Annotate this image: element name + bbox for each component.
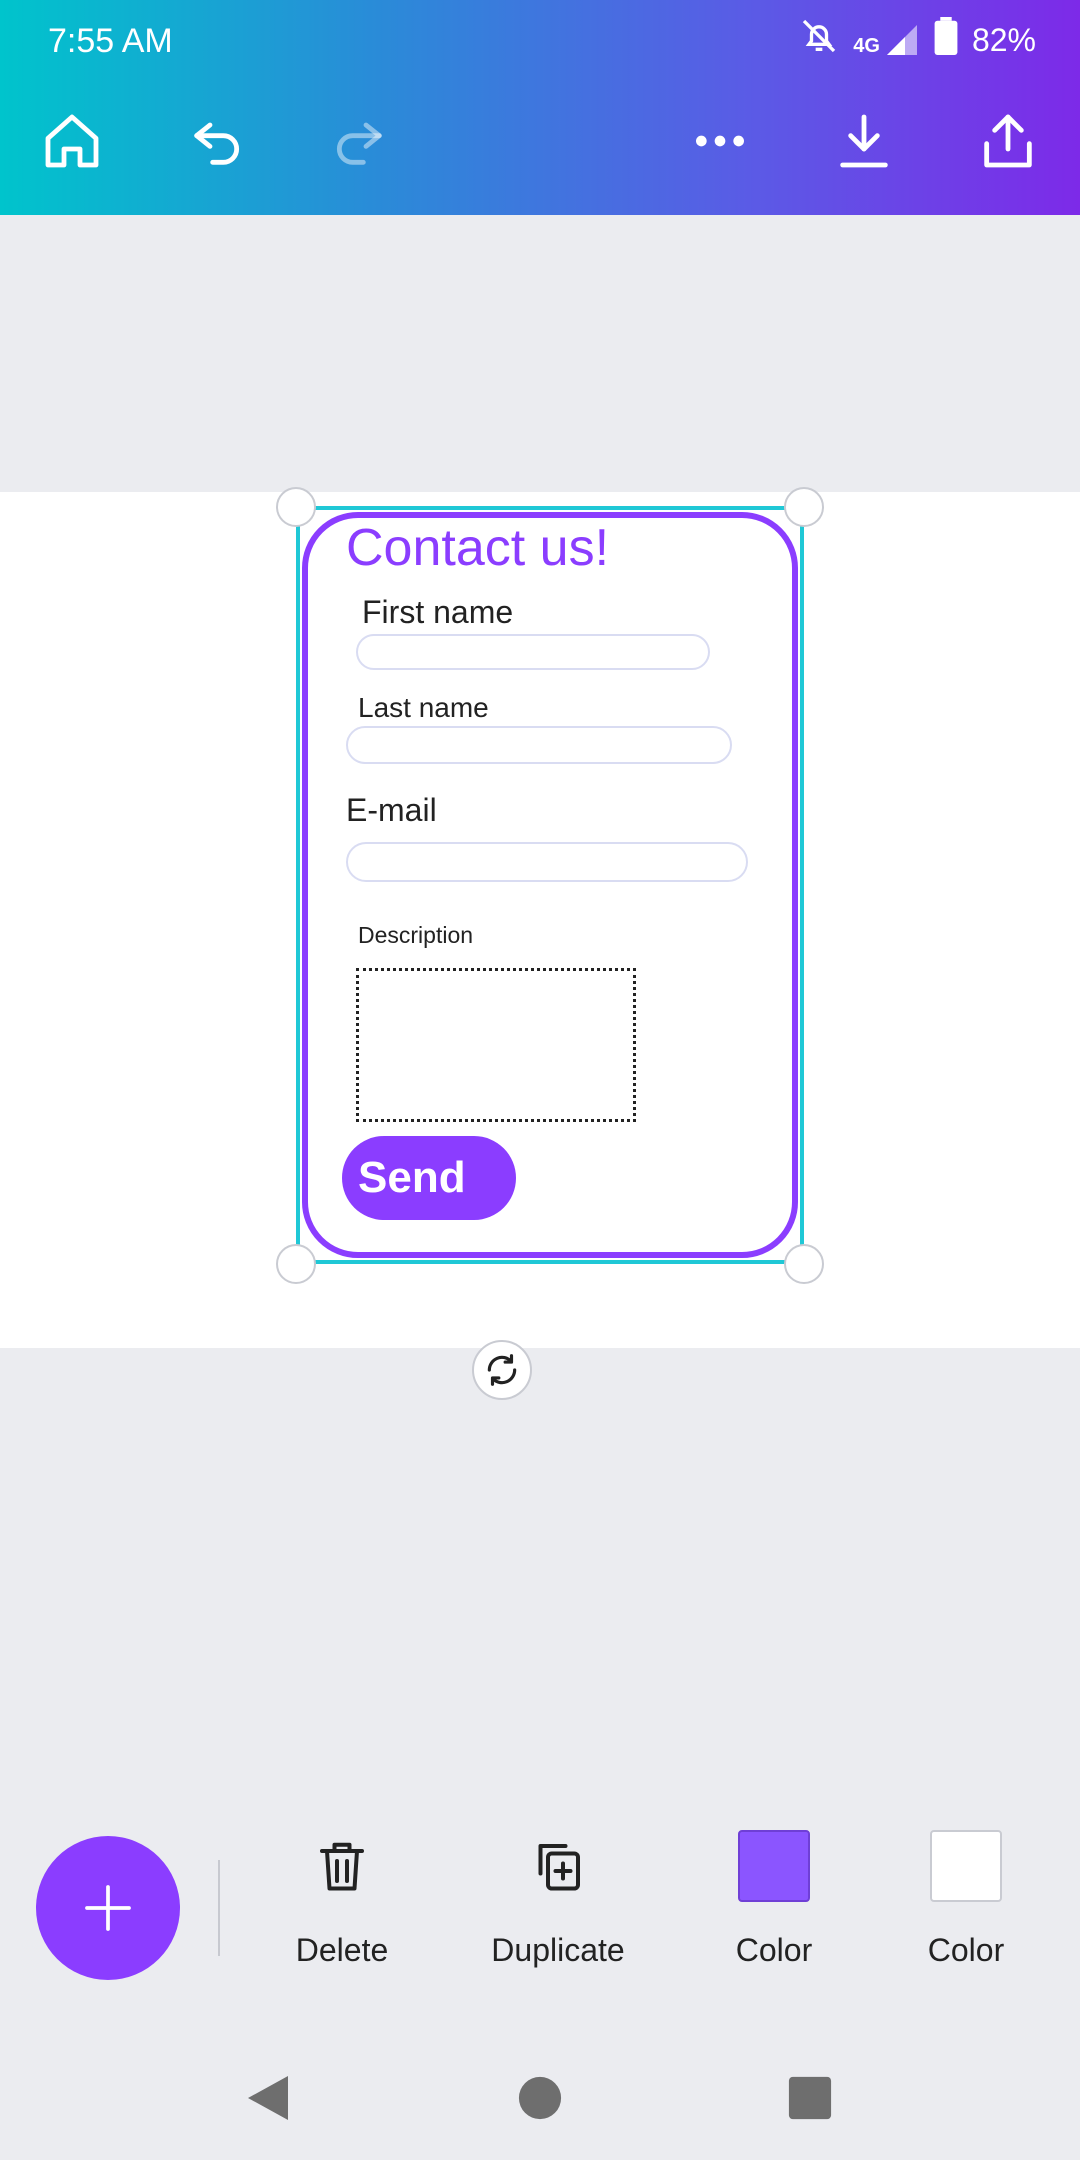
- more-button[interactable]: [684, 105, 756, 177]
- toolbar-divider: [218, 1860, 220, 1956]
- resize-handle-top-right[interactable]: [784, 487, 824, 527]
- share-icon: [984, 114, 1032, 168]
- send-button-label: Send: [358, 1153, 466, 1202]
- email-label: E-mail: [346, 792, 437, 828]
- square-icon: [788, 2076, 832, 2120]
- first-name-field[interactable]: [356, 634, 710, 670]
- color-action-purple[interactable]: Color: [684, 1830, 864, 1969]
- last-name-field[interactable]: [346, 726, 732, 764]
- mute-icon: [799, 16, 839, 64]
- undo-icon: [194, 122, 240, 165]
- download-button[interactable]: [828, 105, 900, 177]
- form-title: Contact us!: [346, 519, 610, 577]
- duplicate-action[interactable]: Duplicate: [468, 1830, 648, 1969]
- resize-handle-bottom-left[interactable]: [276, 1244, 316, 1284]
- resize-handle-bottom-right[interactable]: [784, 1244, 824, 1284]
- color-swatch-white: [930, 1830, 1002, 1902]
- color-action-white[interactable]: Color: [876, 1830, 1056, 1969]
- back-button[interactable]: [238, 2068, 298, 2128]
- redo-icon: [336, 122, 382, 165]
- send-button[interactable]: Send: [342, 1136, 516, 1220]
- trash-icon: [320, 1842, 364, 1891]
- description-box[interactable]: [356, 968, 636, 1122]
- color-swatch-purple: [738, 1830, 810, 1902]
- color-label-1: Color: [735, 1932, 813, 1968]
- add-button[interactable]: [36, 1836, 180, 1980]
- signal-icon: 4G: [853, 22, 920, 58]
- description-label: Description: [358, 922, 474, 948]
- network-type: 4G: [853, 35, 880, 57]
- share-button[interactable]: [972, 105, 1044, 177]
- status-time: 7:55 AM: [48, 22, 173, 60]
- email-field[interactable]: [346, 842, 748, 882]
- first-name-label: First name: [362, 594, 514, 630]
- delete-action[interactable]: Delete: [252, 1830, 432, 1969]
- back-icon: [248, 2076, 288, 2120]
- rotate-icon: [487, 1354, 517, 1386]
- more-icon: [696, 135, 744, 147]
- last-name-label: Last name: [358, 692, 489, 723]
- download-icon: [840, 114, 888, 168]
- home-button[interactable]: [36, 105, 108, 177]
- status-icons: 4G 82%: [799, 16, 1036, 64]
- rotate-button[interactable]: [472, 1340, 532, 1400]
- circle-icon: [518, 2076, 562, 2120]
- home-nav-button[interactable]: [510, 2068, 570, 2128]
- battery-percent: 82%: [971, 21, 1036, 58]
- redo-button[interactable]: [322, 105, 394, 177]
- undo-button[interactable]: [182, 105, 254, 177]
- delete-label: Delete: [295, 1932, 389, 1968]
- home-icon: [45, 114, 99, 168]
- duplicate-label: Duplicate: [491, 1932, 625, 1968]
- battery-icon: [934, 17, 958, 63]
- top-bar: 7:55 AM 4G 82%: [0, 0, 1080, 215]
- recents-button[interactable]: [780, 2068, 840, 2128]
- color-label-2: Color: [927, 1932, 1005, 1968]
- resize-handle-top-left[interactable]: [276, 487, 316, 527]
- plus-icon: [85, 1885, 131, 1931]
- duplicate-icon: [538, 1844, 580, 1891]
